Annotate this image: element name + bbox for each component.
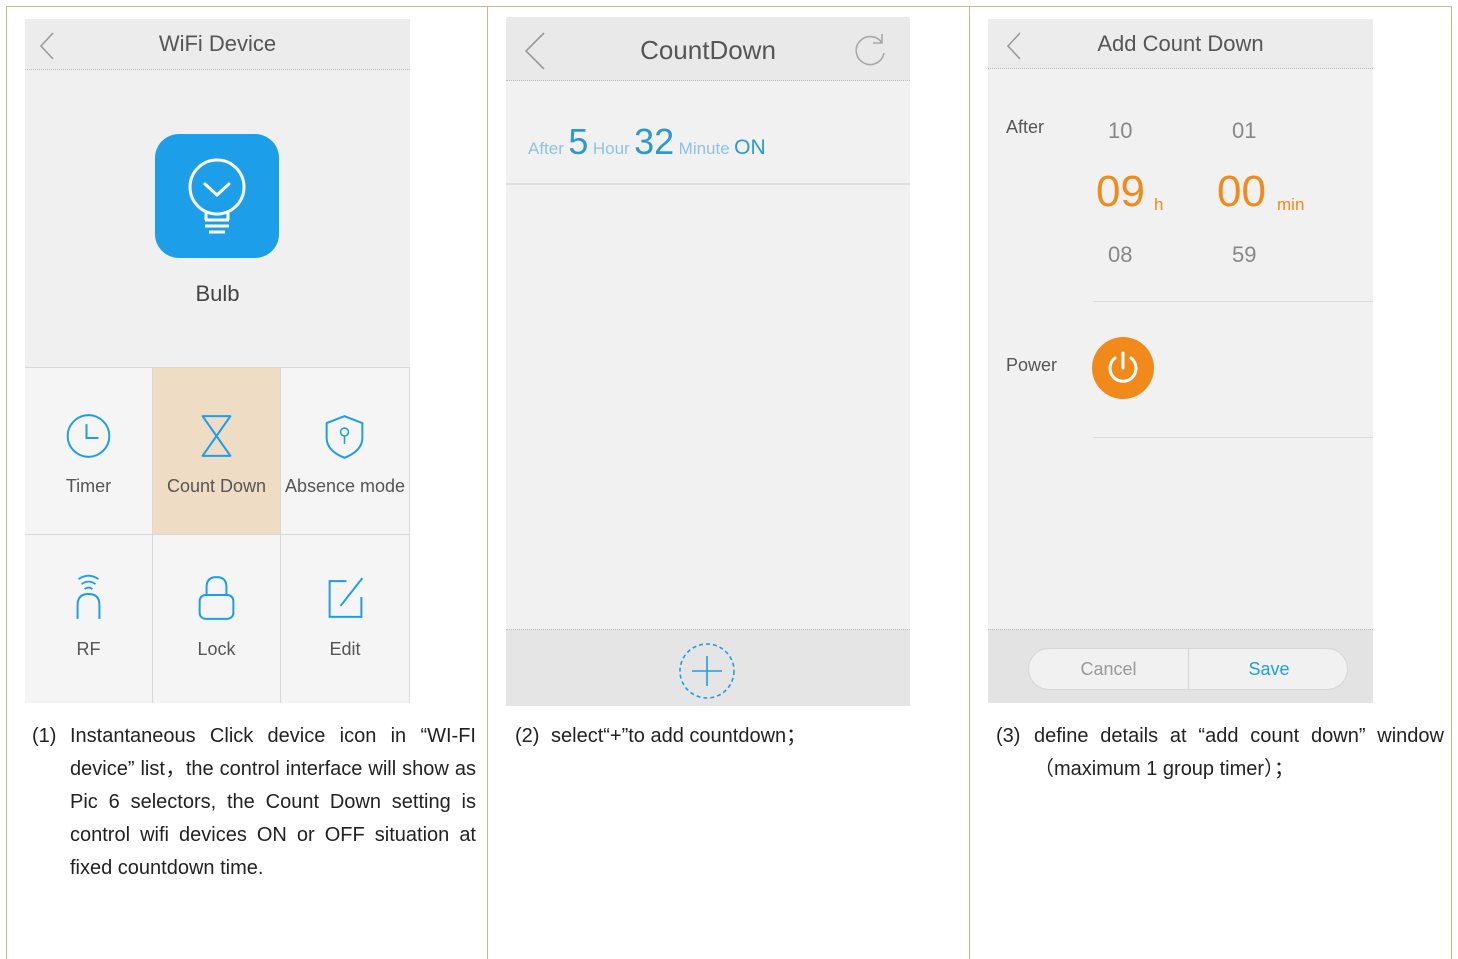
add-countdown-button[interactable] xyxy=(678,642,736,700)
grid-item-absence-mode[interactable]: Absence mode xyxy=(281,368,410,535)
minutes-selected[interactable]: 00 xyxy=(1217,167,1266,217)
caption-text: select“+”to add countdown； xyxy=(551,725,807,747)
hours-value: 5 xyxy=(568,121,589,162)
caption-text: define details at “add count down” windo… xyxy=(1034,725,1444,780)
countdown-summary: After 5 Hour 32 Minute ON xyxy=(528,121,766,163)
function-grid: Timer Count Down Absence mode RF Lock Ed… xyxy=(25,367,410,703)
nav-bar: WiFi Device xyxy=(25,19,410,70)
nav-bar: CountDown xyxy=(506,17,910,81)
minutes-unit: min xyxy=(1277,195,1305,214)
grid-item-label: RF xyxy=(76,639,101,659)
caption-number: (1) xyxy=(32,725,57,747)
shield-icon xyxy=(325,415,364,459)
edit-icon xyxy=(328,577,364,618)
lightbulb-icon xyxy=(188,158,246,234)
table-divider-1 xyxy=(487,6,488,959)
grid-item-label: Absence mode xyxy=(284,476,406,496)
nav-bar: Add Count Down xyxy=(988,19,1373,69)
bulb-device-button[interactable] xyxy=(155,134,279,258)
page-title: CountDown xyxy=(640,35,776,65)
lock-icon xyxy=(198,576,235,620)
grid-item-rf[interactable]: RF xyxy=(25,535,153,703)
hours-next[interactable]: 08 xyxy=(1108,242,1132,268)
save-button[interactable]: Save xyxy=(1189,649,1349,689)
minutes-prev[interactable]: 01 xyxy=(1232,118,1256,144)
table-divider-2 xyxy=(969,6,970,959)
after-label: After xyxy=(1006,117,1045,137)
table-border-top xyxy=(6,6,1452,7)
countdown-screen: CountDown After 5 Hour 32 Minute ON xyxy=(506,17,910,706)
divider xyxy=(1093,437,1373,438)
action-buttons: Cancel Save xyxy=(1028,648,1348,690)
grid-item-timer[interactable]: Timer xyxy=(25,368,153,535)
power-toggle[interactable] xyxy=(1092,337,1154,399)
rf-signal-icon xyxy=(76,574,101,619)
refresh-icon[interactable] xyxy=(852,31,888,67)
grid-item-label: Count Down xyxy=(166,476,267,496)
cancel-button[interactable]: Cancel xyxy=(1029,649,1189,689)
hours-unit: h xyxy=(1154,195,1164,214)
bottom-bar: Cancel Save xyxy=(988,629,1373,703)
grid-item-countdown[interactable]: Count Down xyxy=(153,368,281,535)
minute-label: Minute xyxy=(678,139,730,158)
grid-item-label: Lock xyxy=(197,639,236,659)
caption-number: (2) xyxy=(515,725,540,747)
device-name: Bulb xyxy=(195,281,240,306)
wifi-device-screen: WiFi Device Bulb Timer Count Down Absenc… xyxy=(25,19,410,703)
hours-prev[interactable]: 10 xyxy=(1108,118,1132,144)
minutes-value: 32 xyxy=(634,121,675,162)
grid-item-edit[interactable]: Edit xyxy=(281,535,410,703)
clock-icon xyxy=(66,414,111,458)
after-label: After xyxy=(528,139,564,158)
state-label: ON xyxy=(734,136,766,159)
hours-selected[interactable]: 09 xyxy=(1096,167,1145,217)
minutes-next[interactable]: 59 xyxy=(1232,242,1256,268)
countdown-entry[interactable]: After 5 Hour 32 Minute ON xyxy=(506,81,910,185)
power-icon xyxy=(1108,351,1138,383)
hourglass-icon xyxy=(201,415,232,457)
grid-item-label: Timer xyxy=(65,476,112,496)
power-label: Power xyxy=(1006,355,1058,375)
grid-item-label: Edit xyxy=(329,639,361,659)
table-border-left xyxy=(6,6,7,959)
caption-text: Instantaneous Click device icon in “WI-F… xyxy=(70,725,476,879)
caption-number: (3) xyxy=(996,725,1021,747)
page-title: Add Count Down xyxy=(1097,31,1264,56)
table-border-right xyxy=(1451,6,1452,959)
page-title: WiFi Device xyxy=(158,31,277,56)
add-countdown-screen: Add Count Down After 10 09 h 08 01 00 mi… xyxy=(988,19,1373,703)
grid-item-lock[interactable]: Lock xyxy=(153,535,281,703)
hour-label: Hour xyxy=(592,139,630,158)
divider xyxy=(1093,301,1373,302)
bottom-bar xyxy=(506,629,910,706)
